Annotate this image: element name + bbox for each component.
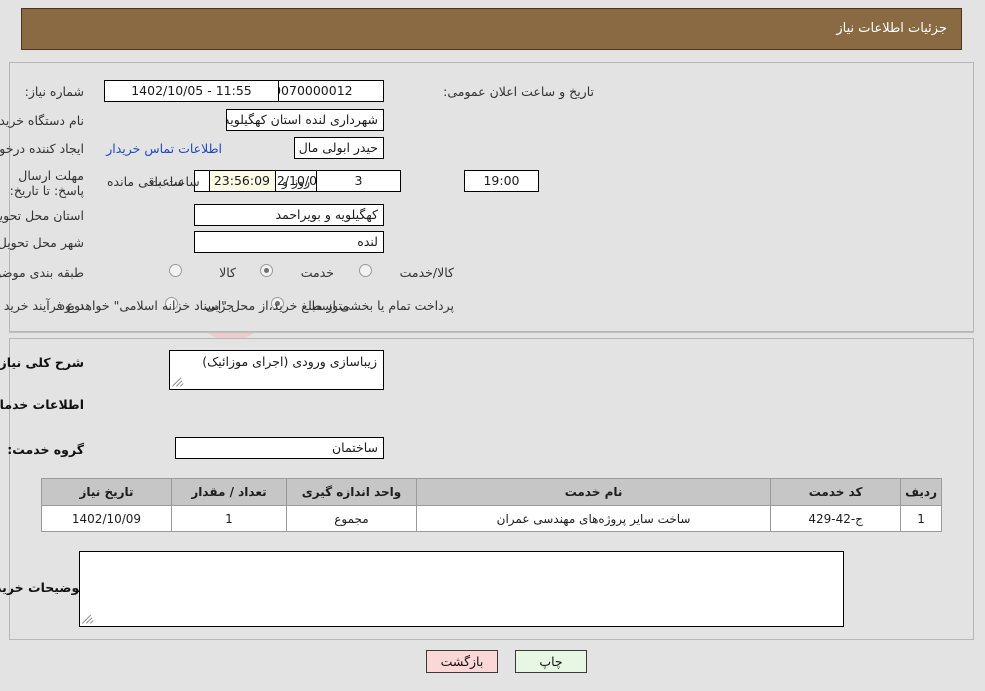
category-label: طبقه بندی موضوعی: [0,265,85,280]
services-info-heading: اطلاعات خدمات مورد نیاز [0,397,85,412]
need-number-label: شماره نیاز: [25,84,85,99]
print-button[interactable]: چاپ [516,650,588,673]
service-group-label: گروه خدمت: [8,442,85,457]
remaining-days-value: 3 [317,170,402,192]
th-unit: واحد اندازه گیری [287,478,418,506]
public-announce-label: تاریخ و ساعت اعلان عمومی: [444,84,595,99]
buyer-notes-textarea[interactable] [80,551,845,627]
remaining-time-value: 23:56:09 [210,170,277,192]
th-row: ردیف [901,478,943,506]
radio-category-kala[interactable] [170,264,183,277]
td-service-code: ج-42-429 [771,505,903,532]
radio-category-kala-label: کالا [220,265,237,280]
buyer-contact-link[interactable]: اطلاعات تماس خریدار [107,141,223,156]
td-unit: مجموع [287,505,418,532]
buyer-org-label: نام دستگاه خریدار: [0,113,85,128]
request-creator-label: ایجاد کننده درخواست: [0,141,85,156]
delivery-province-value: کهگیلویه و بویراحمد [195,204,385,226]
general-desc-value: زیباسازی ورودی (اجرای موزائیک) [203,354,378,369]
td-quantity: 1 [172,505,288,532]
th-service-code: کد خدمت [771,478,903,506]
td-need-date: 1402/10/09 [42,505,173,532]
radio-category-kala-khedmat[interactable] [360,264,373,277]
radio-category-khedmat[interactable] [261,264,274,277]
remaining-time-label: ساعت باقی مانده [108,174,201,189]
back-button[interactable]: بازگشت [427,650,499,673]
delivery-city-value: لنده [195,231,385,253]
service-group-value: ساختمان [176,437,385,459]
section-divider [10,332,975,333]
general-desc-textarea[interactable]: زیباسازی ورودی (اجرای موزائیک) [170,350,385,390]
page-title: جزئیات اطلاعات نیاز [837,21,948,36]
services-table: ردیف کد خدمت نام خدمت واحد اندازه گیری ت… [42,478,943,532]
delivery-city-label: شهر محل تحویل: [0,235,85,250]
th-quantity: تعداد / مقدار [172,478,288,506]
request-creator-value: حیدر ابولی مال ملا کاربرداز شهرداری لنده… [295,137,385,159]
table-row: 1 ج-42-429 ساخت سایر پروژه‌های مهندسی عم… [42,505,943,532]
deadline-label: مهلت ارسال پاسخ: تا تاریخ: [10,168,85,198]
delivery-province-label: استان محل تحویل: [0,208,85,223]
td-row: 1 [901,505,943,532]
resize-grip-icon-2[interactable] [83,613,95,625]
deadline-hour-value: 19:00 [465,170,540,192]
th-service-name: نام خدمت [416,478,773,506]
remaining-days-label: روز و [283,174,312,189]
radio-category-kala-khedmat-label: کالا/خدمت [400,265,455,280]
window-title-bar: جزئیات اطلاعات نیاز [22,8,963,50]
public-announce-value: 11:55 - 1402/10/05 [105,80,280,102]
resize-grip-icon[interactable] [173,376,185,388]
need-details-panel [10,62,975,332]
buyer-org-value: شهرداری لنده استان کهگیلویه و بویراحمد [227,109,385,131]
page-root: AriaTender.net جزئیات اطلاعات نیاز شماره… [0,0,985,691]
general-desc-label: شرح کلی نیاز: [0,355,85,370]
buyer-notes-label: توضیحات خریدار: [0,580,85,595]
table-header-row: ردیف کد خدمت نام خدمت واحد اندازه گیری ت… [42,478,943,506]
payment-note: پرداخت تمام یا بخشی از مبلغ خرید،از محل … [56,298,455,313]
radio-category-khedmat-label: خدمت [301,265,335,280]
td-service-name: ساخت سایر پروژه‌های مهندسی عمران [416,505,773,532]
th-need-date: تاریخ نیاز [42,478,173,506]
